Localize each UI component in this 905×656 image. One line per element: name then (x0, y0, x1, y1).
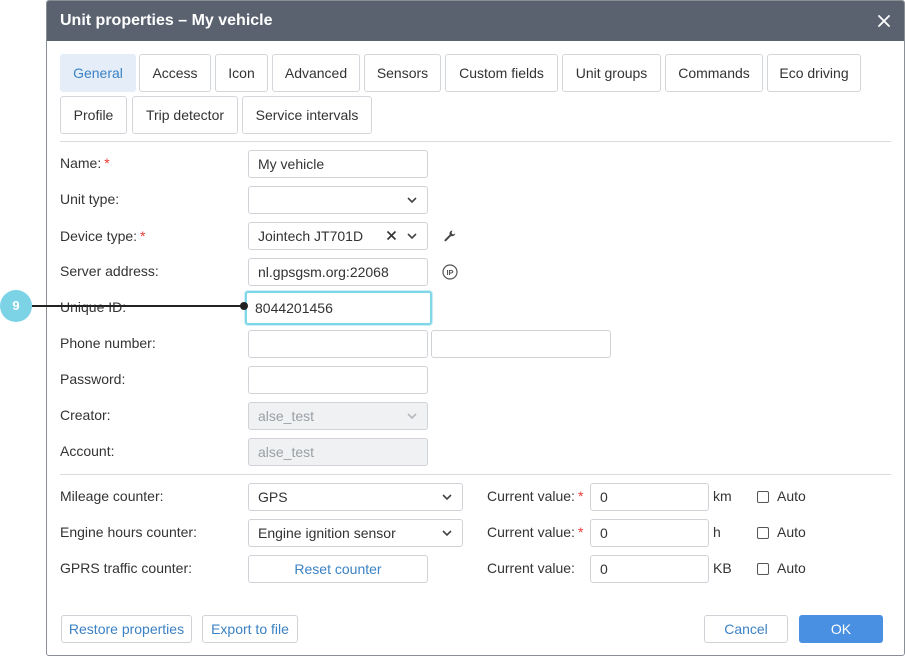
ip-icon[interactable]: IP (442, 264, 458, 280)
export-to-file-button[interactable]: Export to file (202, 615, 298, 643)
account-field: alse_test (248, 438, 428, 466)
clear-icon[interactable] (386, 230, 397, 241)
creator-label: Creator: (60, 407, 111, 423)
engine-hours-value: Engine ignition sensor (258, 525, 396, 541)
restore-properties-button[interactable]: Restore properties (61, 615, 192, 643)
mileage-counter-value: GPS (258, 489, 288, 505)
reset-counter-button[interactable]: Reset counter (248, 555, 428, 583)
password-label: Password: (60, 371, 126, 387)
engine-hours-current-input[interactable]: 0 (590, 519, 709, 547)
mileage-current-label: Current value: * (487, 488, 584, 504)
callout-badge: 9 (0, 290, 32, 322)
ok-button[interactable]: OK (799, 615, 883, 643)
unique-id-label: Unique ID: (60, 299, 127, 315)
gprs-unit: KB (713, 560, 732, 576)
svg-text:IP: IP (446, 268, 453, 277)
cancel-button[interactable]: Cancel (704, 615, 788, 643)
name-input[interactable]: My vehicle (248, 150, 428, 178)
account-label: Account: (60, 443, 115, 459)
gprs-current-label: Current value: (487, 560, 575, 576)
engine-hours-current-label: Current value: * (487, 524, 584, 540)
creator-select: alse_test (248, 402, 428, 430)
unit-type-label: Unit type: (60, 191, 120, 207)
chevron-down-icon (407, 197, 417, 204)
callout-line (32, 305, 244, 307)
chevron-down-icon (442, 494, 452, 501)
engine-hours-label: Engine hours counter: (60, 524, 197, 540)
server-address-label: Server address: (60, 263, 159, 279)
tab-trip-detector[interactable]: Trip detector (132, 96, 238, 134)
unique-id-input[interactable]: 8044201456 (245, 291, 432, 325)
gprs-current-input[interactable]: 0 (590, 555, 709, 583)
mileage-counter-select[interactable]: GPS (248, 483, 463, 511)
tab-service-intervals[interactable]: Service intervals (242, 96, 372, 134)
gprs-auto-checkbox[interactable] (757, 563, 769, 575)
tab-advanced[interactable]: Advanced (272, 54, 360, 92)
device-type-select[interactable]: Jointech JT701D (248, 222, 428, 250)
gprs-counter-label: GPRS traffic counter: (60, 560, 193, 576)
tab-unit-groups[interactable]: Unit groups (562, 54, 661, 92)
gprs-auto-label: Auto (777, 560, 806, 576)
tab-sensors[interactable]: Sensors (364, 54, 441, 92)
unit-type-select[interactable] (248, 186, 428, 214)
engine-hours-select[interactable]: Engine ignition sensor (248, 519, 463, 547)
chevron-down-icon (407, 233, 417, 240)
engine-hours-auto-label: Auto (777, 524, 806, 540)
tab-general[interactable]: General (60, 54, 136, 92)
engine-hours-unit: h (713, 524, 721, 540)
tab-access[interactable]: Access (139, 54, 211, 92)
password-input[interactable] (248, 366, 428, 394)
device-type-value: Jointech JT701D (258, 228, 364, 244)
tabs-divider (60, 141, 891, 142)
callout-dot (240, 302, 248, 310)
phone-number-2-input[interactable] (431, 330, 611, 358)
tab-icon[interactable]: Icon (215, 54, 268, 92)
phone-number-label: Phone number: (60, 335, 156, 351)
server-address-field: nl.gpsgsm.org:22068 (248, 258, 428, 286)
mileage-counter-label: Mileage counter: (60, 488, 164, 504)
counters-divider (60, 474, 891, 475)
creator-value: alse_test (258, 408, 315, 424)
tab-eco-driving[interactable]: Eco driving (767, 54, 861, 92)
tab-profile[interactable]: Profile (60, 96, 127, 134)
wrench-icon[interactable] (443, 229, 457, 243)
chevron-down-icon (407, 413, 417, 420)
engine-hours-auto-checkbox[interactable] (757, 527, 769, 539)
name-label: Name: * (60, 155, 110, 171)
unit-properties-dialog: Unit properties – My vehicle General Acc… (46, 0, 905, 656)
mileage-unit: km (713, 488, 732, 504)
device-type-label: Device type: * (60, 228, 146, 244)
mileage-auto-checkbox[interactable] (757, 491, 769, 503)
dialog-title: Unit properties – My vehicle (60, 12, 273, 29)
tab-custom-fields[interactable]: Custom fields (445, 54, 558, 92)
mileage-current-input[interactable]: 0 (590, 483, 709, 511)
phone-number-input[interactable] (248, 330, 428, 358)
dialog-titlebar: Unit properties – My vehicle (47, 1, 904, 41)
chevron-down-icon (442, 530, 452, 537)
close-icon[interactable] (876, 13, 892, 29)
mileage-auto-label: Auto (777, 488, 806, 504)
tab-commands[interactable]: Commands (665, 54, 763, 92)
